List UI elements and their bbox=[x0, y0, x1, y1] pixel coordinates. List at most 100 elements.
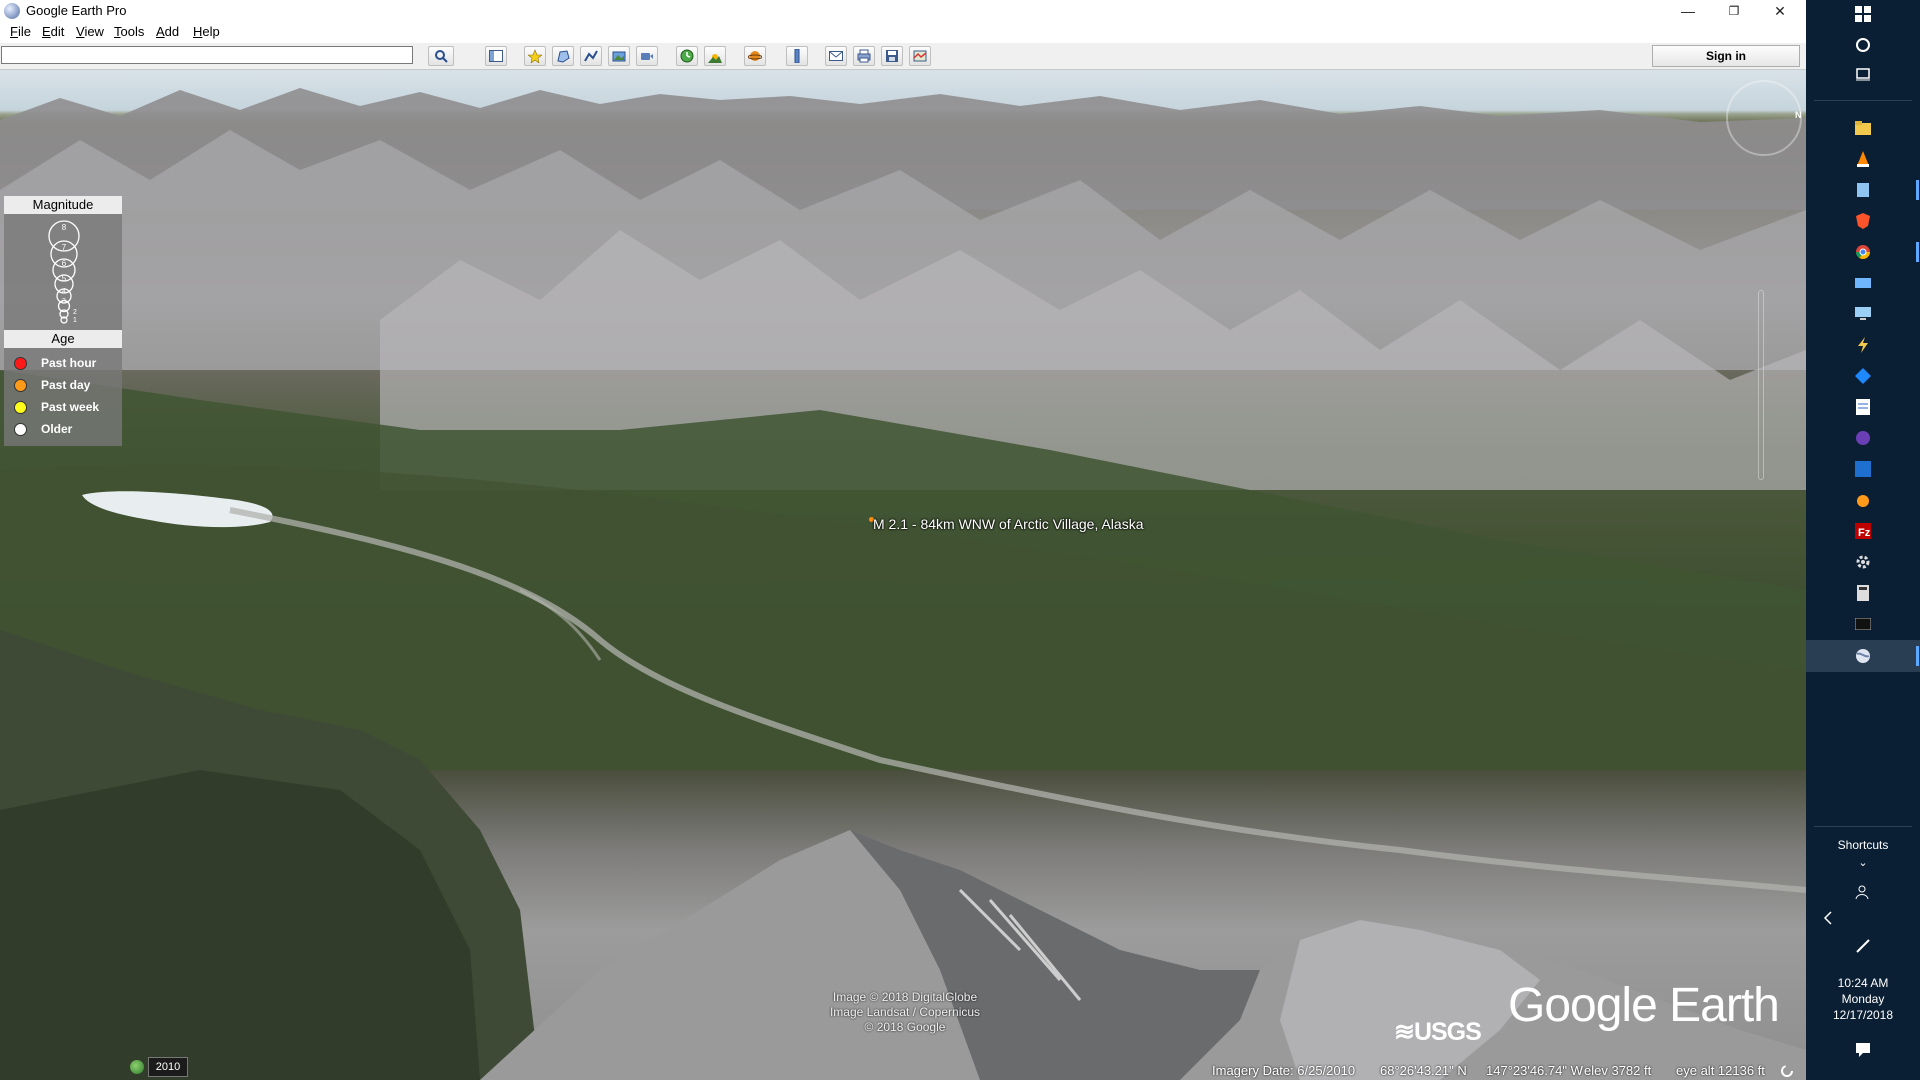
historical-imagery-icon bbox=[680, 49, 694, 63]
menu-edit[interactable]: Edit bbox=[42, 24, 64, 39]
taskbar-separator bbox=[1814, 100, 1912, 101]
notepad-icon bbox=[1856, 399, 1870, 415]
print-button[interactable] bbox=[853, 46, 875, 66]
sunlight-button[interactable] bbox=[704, 46, 726, 66]
past-day-dot bbox=[14, 379, 27, 392]
app-button-diamond[interactable] bbox=[1855, 368, 1871, 384]
search-input[interactable] bbox=[1, 46, 413, 64]
legend-item-older: Older bbox=[4, 418, 122, 440]
menu-tools[interactable]: Tools bbox=[114, 24, 144, 39]
notification-icon bbox=[1856, 1043, 1870, 1057]
calculator-icon bbox=[1857, 585, 1869, 601]
add-image-overlay-button[interactable] bbox=[608, 46, 630, 66]
running-indicator bbox=[1916, 242, 1919, 262]
earthquake-placemark-label[interactable]: M 2.1 - 84km WNW of Arctic Village, Alas… bbox=[873, 516, 1144, 532]
switch-planet-button[interactable] bbox=[744, 46, 766, 66]
show-hidden-icons-button[interactable] bbox=[1820, 910, 1836, 926]
action-center-button[interactable] bbox=[1855, 1042, 1871, 1058]
legend-item-past-week: Past week bbox=[4, 396, 122, 418]
add-path-button[interactable] bbox=[580, 46, 602, 66]
sign-in-button[interactable]: Sign in bbox=[1652, 45, 1800, 67]
pen-workspace-button[interactable] bbox=[1855, 938, 1871, 954]
search-button[interactable] bbox=[428, 46, 454, 66]
record-tour-button[interactable] bbox=[636, 46, 658, 66]
google-earth-icon bbox=[4, 3, 20, 19]
remote-desktop-button[interactable] bbox=[1855, 306, 1871, 322]
filezilla-button[interactable]: Fz bbox=[1855, 523, 1871, 539]
magnitude-level-label: 5 bbox=[62, 274, 67, 283]
add-polygon-button[interactable] bbox=[552, 46, 574, 66]
attribution-line: Image Landsat / Copernicus bbox=[829, 1005, 981, 1019]
3d-map-view[interactable]: N Magnitude 8 7 6 5 4 3 2 1 Age Past hou… bbox=[0, 70, 1806, 1080]
app-button-purple[interactable] bbox=[1855, 430, 1871, 446]
sidebar-toggle-button[interactable] bbox=[485, 46, 507, 66]
command-prompt-button[interactable] bbox=[1855, 616, 1871, 632]
menu-file[interactable]: File bbox=[10, 24, 31, 39]
close-button[interactable]: ✕ bbox=[1757, 0, 1803, 22]
chrome-button[interactable] bbox=[1855, 244, 1871, 260]
vlc-button[interactable] bbox=[1855, 151, 1871, 167]
ruler-icon bbox=[794, 49, 800, 63]
view-in-google-maps-button[interactable] bbox=[909, 46, 931, 66]
google-earth-taskbar-button[interactable] bbox=[1855, 648, 1871, 664]
running-indicator bbox=[1916, 646, 1919, 666]
attribution-line: Image © 2018 DigitalGlobe bbox=[832, 990, 978, 1004]
historical-imagery-button[interactable] bbox=[676, 46, 698, 66]
search-icon bbox=[435, 50, 448, 63]
menu-view[interactable]: View bbox=[76, 24, 104, 39]
menu-help[interactable]: Help bbox=[193, 24, 220, 39]
zoom-slider[interactable] bbox=[1758, 290, 1764, 480]
cortana-button[interactable] bbox=[1855, 37, 1871, 53]
magnitude-level-label: 1 bbox=[73, 317, 77, 324]
calculator-button[interactable] bbox=[1855, 585, 1871, 601]
app-button-orange[interactable] bbox=[1855, 492, 1871, 508]
planet-icon bbox=[748, 51, 762, 61]
keyboard-app-button[interactable] bbox=[1855, 275, 1871, 291]
settings-button[interactable] bbox=[1855, 554, 1871, 570]
task-view-button[interactable] bbox=[1855, 66, 1871, 82]
email-button[interactable] bbox=[825, 46, 847, 66]
streaming-progress-icon bbox=[1781, 1065, 1793, 1077]
ws-icon bbox=[1855, 461, 1871, 477]
clock-time[interactable]: 10:24 AM bbox=[1806, 976, 1920, 990]
chevron-down-icon[interactable]: ⌄ bbox=[1806, 856, 1920, 869]
notepad-button[interactable] bbox=[1855, 399, 1871, 415]
magnitude-level-label: 4 bbox=[62, 288, 66, 295]
clock-date[interactable]: 12/17/2018 bbox=[1806, 1008, 1920, 1022]
magnitude-circles: 8 7 6 5 4 3 2 1 bbox=[48, 220, 80, 324]
terminal-icon bbox=[1855, 618, 1871, 630]
minimize-button[interactable]: — bbox=[1665, 0, 1711, 22]
lightning-icon bbox=[1858, 337, 1868, 353]
magnitude-level-label: 8 bbox=[62, 223, 67, 232]
people-button[interactable] bbox=[1855, 884, 1871, 900]
windows-taskbar: Fz Shortcuts ⌄ 10:24 AM Monday 12/17/201… bbox=[1806, 0, 1920, 1080]
maximize-button[interactable]: ❐ bbox=[1711, 0, 1757, 22]
chrome-icon bbox=[1856, 245, 1870, 259]
file-explorer-button[interactable] bbox=[1855, 120, 1871, 136]
older-dot bbox=[14, 423, 27, 436]
brave-button[interactable] bbox=[1855, 213, 1871, 229]
shortcuts-label[interactable]: Shortcuts bbox=[1806, 838, 1920, 852]
magnitude-level-label: 7 bbox=[62, 243, 67, 252]
save-image-button[interactable] bbox=[881, 46, 903, 66]
menu-add[interactable]: Add bbox=[156, 24, 179, 39]
navigation-compass[interactable] bbox=[1726, 80, 1802, 156]
ruler-button[interactable] bbox=[786, 46, 808, 66]
print-icon bbox=[857, 49, 871, 63]
cortana-circle-icon bbox=[1856, 38, 1870, 52]
sidebar-toggle-icon bbox=[489, 50, 503, 62]
book-icon bbox=[1857, 183, 1869, 197]
clock-day[interactable]: Monday bbox=[1806, 992, 1920, 1006]
longitude-readout: 147°23'46.74" W bbox=[1486, 1063, 1583, 1078]
app-button-ws[interactable] bbox=[1855, 461, 1871, 477]
google-earth-logo: Google Earth bbox=[1508, 979, 1780, 1032]
add-placemark-button[interactable] bbox=[524, 46, 546, 66]
save-image-icon bbox=[886, 50, 898, 62]
start-button[interactable] bbox=[1855, 6, 1871, 22]
app-button-books[interactable] bbox=[1855, 182, 1871, 198]
latitude-readout: 68°26'43.21" N bbox=[1380, 1063, 1467, 1078]
title-bar: Google Earth Pro — ❐ ✕ bbox=[0, 0, 1806, 22]
magnitude-scale: 8 7 6 5 4 3 2 1 bbox=[4, 214, 122, 324]
magnitude-level-label: 6 bbox=[62, 259, 67, 268]
app-button-tools[interactable] bbox=[1855, 337, 1871, 353]
